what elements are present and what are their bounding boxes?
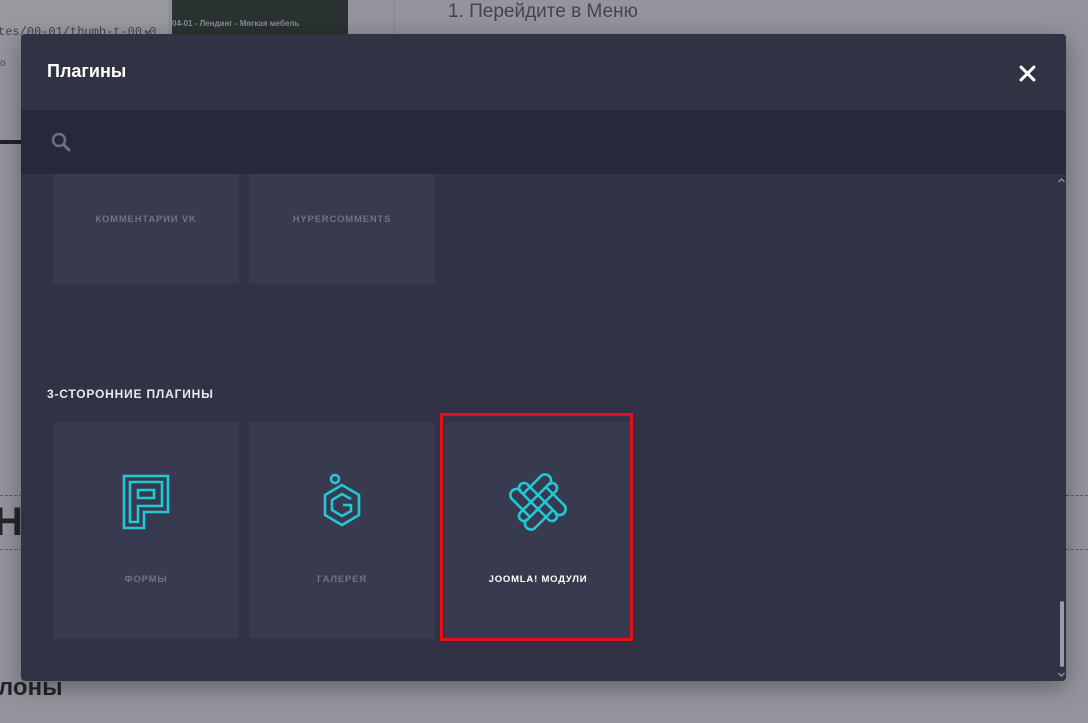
modal-title: Плагины [47, 61, 127, 81]
scrollbar-thumb[interactable] [1060, 601, 1064, 667]
plugin-tile-hypercomments[interactable]: HYPERCOMMENTS [249, 174, 435, 284]
plugin-tile-vk-comments[interactable]: КОММЕНТАРИИ VK [53, 174, 239, 284]
forms-icon [122, 474, 170, 530]
section-title-third-party: 3-СТОРОННИЕ ПЛАГИНЫ [47, 387, 214, 401]
scroll-up-icon[interactable] [1057, 176, 1066, 185]
search-bar [21, 110, 1066, 174]
scroll-down-icon[interactable] [1057, 670, 1066, 679]
plugin-tile-label: HYPERCOMMENTS [292, 214, 392, 225]
joomla-icon [509, 473, 567, 531]
plugin-tile-label: JOOMLA! МОДУЛИ [488, 574, 588, 585]
plugin-tile-label: ГАЛЕРЕЯ [317, 574, 367, 585]
search-icon [51, 132, 71, 152]
plugin-tile-label: ФОРМЫ [124, 574, 168, 585]
search-input[interactable] [85, 124, 1035, 160]
plugins-modal: Плагины КОММЕНТАРИИ VK HYPERCOMMENTS 3-С… [21, 34, 1066, 681]
plugin-tile-gallery[interactable]: ГАЛЕРЕЯ [249, 422, 435, 638]
plugin-tile-joomla-modules[interactable]: JOOMLA! МОДУЛИ [445, 422, 631, 638]
gallery-icon [323, 473, 361, 527]
close-icon[interactable] [1016, 62, 1040, 86]
plugin-tile-label: КОММЕНТАРИИ VK [95, 214, 197, 225]
plugins-content: КОММЕНТАРИИ VK HYPERCOMMENTS 3-СТОРОННИЕ… [21, 174, 1066, 681]
plugin-tile-forms[interactable]: ФОРМЫ [53, 422, 239, 638]
modal-header: Плагины [21, 34, 1066, 110]
